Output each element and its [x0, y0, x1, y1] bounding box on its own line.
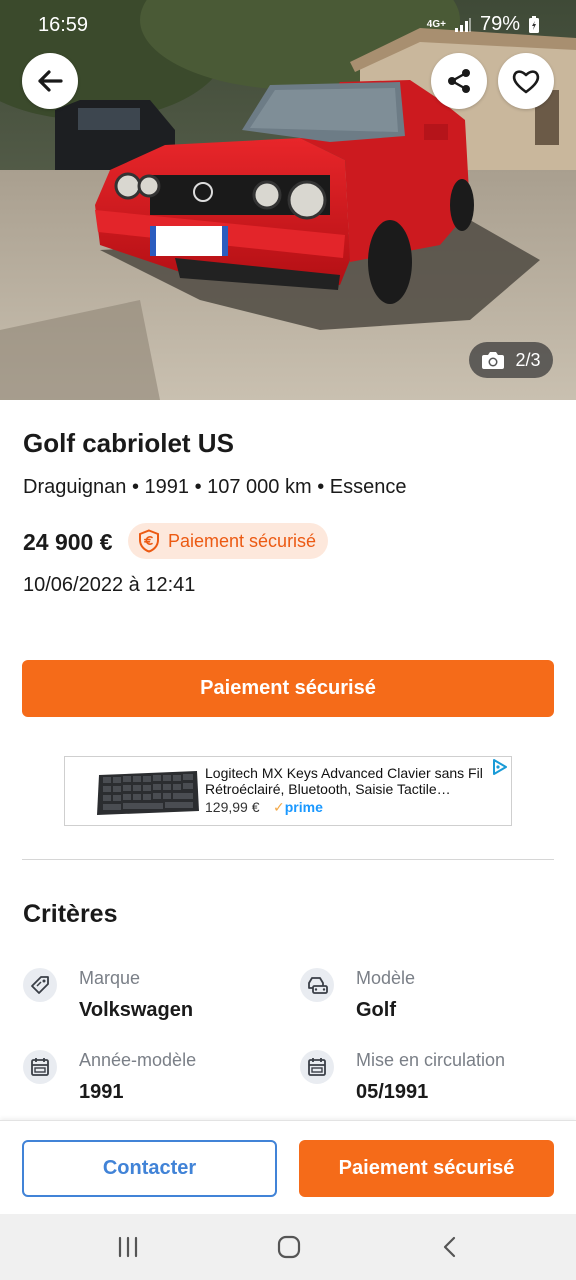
status-time: 16:59: [38, 14, 89, 36]
ad-title[interactable]: Logitech MX Keys Advanced Clavier sans F…: [205, 765, 495, 797]
ad-banner[interactable]: Logitech MX Keys Advanced Clavier sans F…: [64, 756, 512, 826]
prime-check-icon: ✓: [273, 799, 285, 815]
calendar-icon: [300, 1050, 334, 1084]
recent-apps-button[interactable]: [108, 1232, 148, 1262]
section-divider: [22, 859, 554, 860]
battery-icon: [529, 15, 539, 33]
secure-payment-button[interactable]: Paiement sécurisé: [22, 660, 554, 717]
status-bar: 16:59 4G+ 79%: [0, 0, 576, 50]
criteria-value: 05/1991: [356, 1081, 429, 1103]
ad-prime-label: ✓prime: [273, 799, 323, 816]
listing-title: Golf cabriolet US: [23, 428, 234, 458]
calendar-icon: [23, 1050, 57, 1084]
keyboard-image: [97, 771, 199, 815]
criteria-label: Marque: [79, 968, 141, 988]
criteria-value: 1991: [79, 1081, 124, 1103]
network-type: 4G+: [426, 19, 446, 30]
share-button[interactable]: [431, 53, 487, 109]
criteria-item-brand: Marque Volkswagen: [23, 968, 283, 1038]
heart-icon: [512, 70, 540, 94]
arrow-left-icon: [38, 70, 63, 92]
battery-level: 79%: [479, 13, 520, 35]
contact-button[interactable]: Contacter: [22, 1140, 277, 1197]
photo-counter-text: 2/3: [515, 349, 541, 370]
system-nav-bar: [0, 1214, 576, 1280]
bottom-secure-payment-button[interactable]: Paiement sécurisé: [299, 1140, 554, 1197]
ad-prime-text: prime: [284, 799, 323, 815]
home-button[interactable]: [269, 1232, 309, 1262]
tag-icon: [23, 968, 57, 1002]
criteria-label: Année-modèle: [79, 1050, 197, 1070]
home-icon: [277, 1235, 301, 1259]
ad-choices-icon[interactable]: [491, 758, 509, 776]
criteria-item-registration: Mise en circulation 05/1991: [300, 1050, 560, 1120]
criteria-title: Critères: [23, 900, 118, 928]
camera-icon: [482, 352, 505, 369]
car-photo: [0, 0, 576, 400]
photo-counter: 2/3: [469, 342, 553, 378]
car-icon: [300, 968, 334, 1002]
signal-icon: [454, 17, 471, 32]
secure-payment-badge: Paiement sécurisé: [128, 523, 329, 559]
shield-euro-icon: [139, 529, 159, 553]
favorite-button[interactable]: [498, 53, 554, 109]
screen: 16:59 4G+ 79% 2/3 Golf cabriolet US Drag…: [0, 0, 576, 1280]
bottom-action-bar: Contacter Paiement sécurisé: [0, 1120, 576, 1214]
criteria-label: Modèle: [356, 968, 416, 988]
recent-apps-icon: [118, 1236, 138, 1258]
system-back-button[interactable]: [430, 1232, 470, 1262]
ad-price: 129,99 €: [205, 799, 260, 815]
criteria-item-model: Modèle Golf: [300, 968, 560, 1038]
listing-meta: Draguignan • 1991 • 107 000 km • Essence: [23, 476, 407, 498]
back-button[interactable]: [22, 53, 78, 109]
listing-photo[interactable]: 16:59 4G+ 79% 2/3: [0, 0, 576, 400]
criteria-item-model-year: Année-modèle 1991: [23, 1050, 283, 1120]
status-icons: 4G+ 79%: [427, 13, 540, 36]
secure-payment-badge-label: Paiement sécurisé: [168, 530, 317, 551]
share-icon: [448, 69, 470, 93]
chevron-left-icon: [443, 1236, 456, 1258]
criteria-value: Golf: [356, 999, 396, 1021]
criteria-label: Mise en circulation: [356, 1050, 506, 1070]
criteria-value: Volkswagen: [79, 999, 194, 1021]
listing-date: 10/06/2022 à 12:41: [23, 574, 196, 596]
listing-price: 24 900 €: [23, 529, 113, 555]
